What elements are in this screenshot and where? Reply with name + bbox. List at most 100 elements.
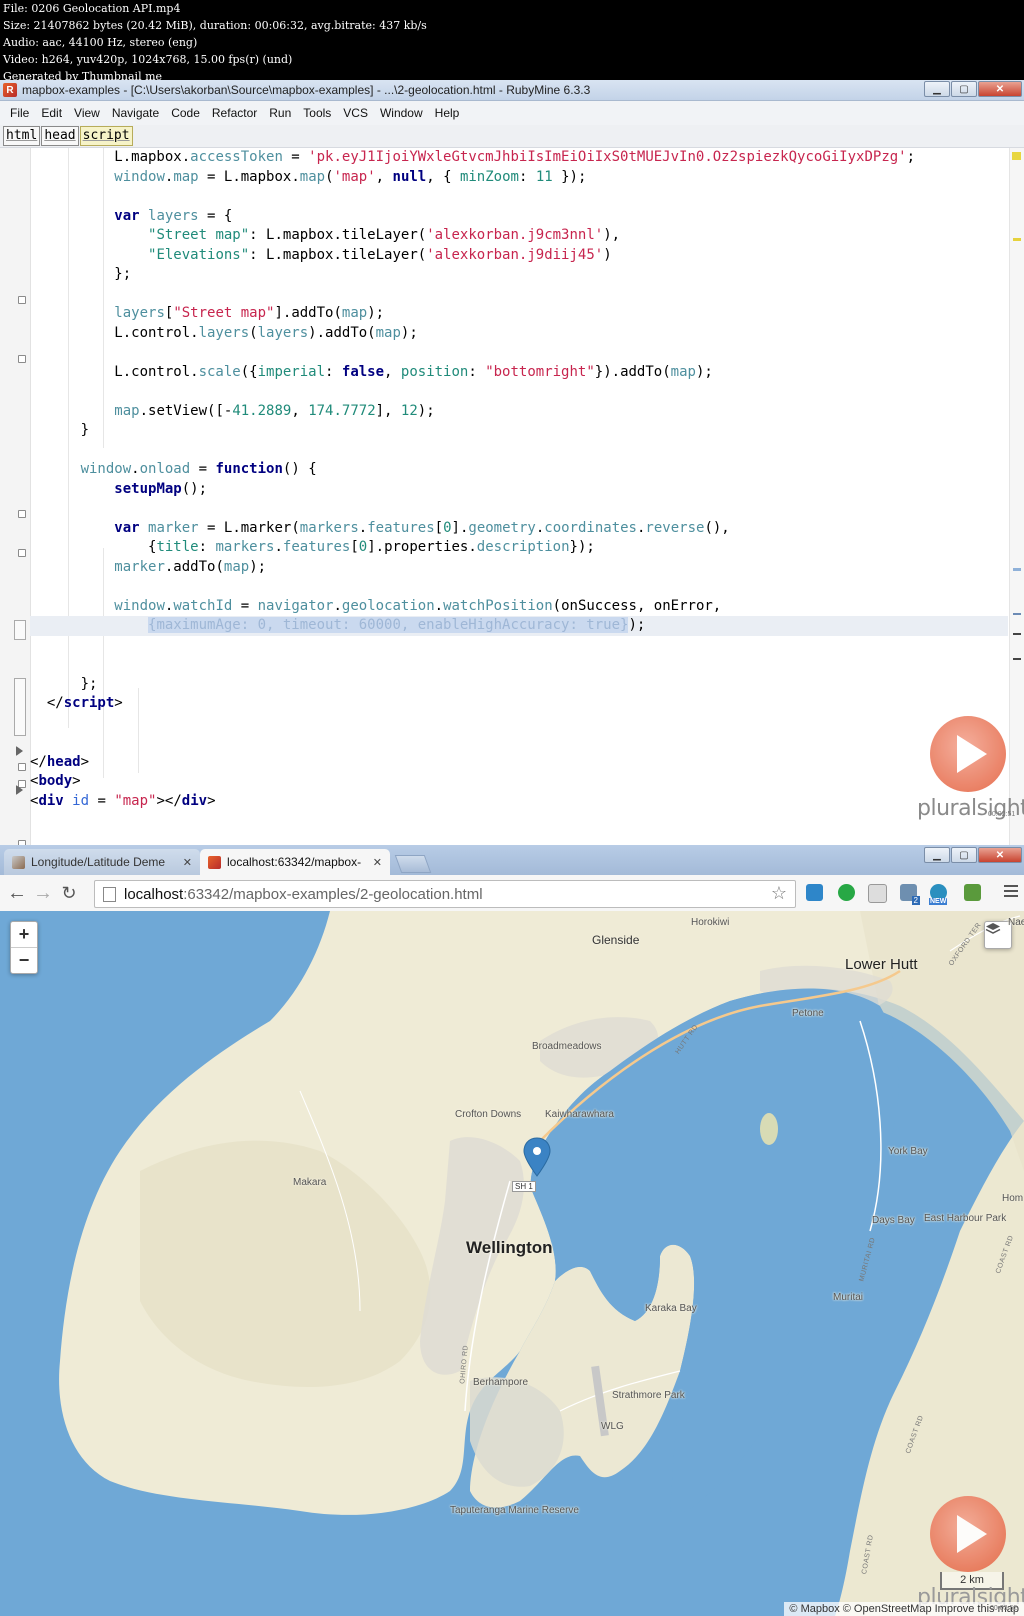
island [760,1113,778,1145]
reload-icon[interactable]: ↻ [56,883,82,904]
video-info-file: File: 0206 Geolocation API.mp4 [3,2,181,15]
new-tab-button[interactable] [394,855,432,873]
code-line: }; [30,266,132,282]
menu-icon[interactable] [1004,885,1018,899]
menu-code[interactable]: Code [165,106,206,120]
fold-arrow-icon[interactable] [16,746,23,756]
fold-marker[interactable] [18,763,26,771]
menu-view[interactable]: View [68,106,106,120]
fold-marker[interactable] [18,549,26,557]
code-editor[interactable]: L.mapbox.accessToken = 'pk.eyJ1IjoiYWxle… [0,148,1024,845]
map-view[interactable]: + − Horokiwi Glenside Lower Hutt Petone … [0,911,1024,1616]
breadcrumb-script[interactable]: script [79,126,133,146]
code-line: L.mapbox.accessToken = 'pk.eyJ1IjoiYWxle… [30,149,916,165]
fold-marker[interactable] [18,355,26,363]
close-icon[interactable]: ✕ [373,856,382,869]
browser-window: Longitude/Latitude Deme ✕ localhost:6334… [0,845,1024,1616]
fold-marker[interactable] [18,296,26,304]
code-line: </script> [30,695,123,711]
menu-run[interactable]: Run [263,106,297,120]
code-line: }; [30,675,98,692]
close-button[interactable]: ✕ [978,847,1022,863]
close-button[interactable]: ✕ [978,81,1022,97]
maximize-button[interactable]: ▢ [951,81,977,97]
caret-marker[interactable] [1013,658,1021,660]
map-attribution[interactable]: © Mapbox © OpenStreetMap Improve this ma… [784,1602,1024,1616]
close-icon[interactable]: ✕ [183,856,192,869]
place-label: Strathmore Park [612,1390,685,1401]
play-icon [957,1515,987,1553]
menu-edit[interactable]: Edit [35,106,68,120]
place-label: Horokiwi [691,917,730,928]
menu-file[interactable]: File [4,106,35,120]
maximize-button[interactable]: ▢ [951,847,977,863]
forward-arrow-icon[interactable]: → [30,882,56,905]
video-info-panel: File: 0206 Geolocation API.mp4 Size: 214… [0,0,1024,83]
video-info-video: Video: h264, yuv420p, 1024x768, 15.00 fp… [3,53,293,66]
menu-refactor[interactable]: Refactor [206,106,263,120]
address-bar[interactable]: localhost:63342/mapbox-examples/2-geoloc… [94,880,796,908]
place-label: Crofton Downs [455,1109,522,1120]
code-line: </head> [30,753,90,770]
place-label: Petone [792,1008,824,1019]
warning-marker[interactable] [1012,152,1021,160]
play-button[interactable] [930,716,1006,792]
place-label: East Harbour Park [924,1213,1007,1224]
tab-longitude-latitude[interactable]: Longitude/Latitude Deme ✕ [4,849,200,875]
extension-icon[interactable] [868,884,887,903]
back-arrow-icon[interactable]: ← [4,882,30,905]
code-line: window.map = L.mapbox.map('map', null, {… [114,168,587,185]
zoom-in-button[interactable]: + [11,922,37,948]
code-content[interactable]: L.mapbox.accessToken = 'pk.eyJ1IjoiYWxle… [30,148,1008,811]
menu-window[interactable]: Window [374,106,429,120]
editor-scrollbar[interactable] [1009,148,1024,845]
tab-localhost[interactable]: localhost:63342/mapbox- ✕ [200,849,390,875]
code-line: layers["Street map"].addTo(map); [114,305,385,321]
change-marker [14,678,26,736]
code-line: var marker = L.marker(markers.features[0… [114,519,730,536]
badge-new: NEW [929,898,948,905]
extension-badge-icon[interactable]: 2 [900,884,920,905]
minimize-button[interactable]: ▁ [924,81,950,97]
breadcrumb-head[interactable]: head [41,126,79,146]
tab-title: localhost:63342/mapbox- [227,855,362,869]
play-button[interactable] [930,1496,1006,1572]
place-label: Days Bay [872,1215,915,1226]
fold-arrow-icon[interactable] [16,785,23,795]
fold-marker[interactable] [18,510,26,518]
layers-icon [985,923,1001,934]
caret-marker[interactable] [1013,613,1021,615]
url-path: :63342/mapbox-examples/2-geolocation.htm… [183,885,483,903]
code-line: window.watchId = navigator.geolocation.w… [114,597,722,614]
menu-tools[interactable]: Tools [297,106,337,120]
breadcrumb-html[interactable]: html [3,126,41,146]
extension-icon[interactable] [838,884,855,901]
minimize-button[interactable]: ▁ [924,847,950,863]
change-marker[interactable] [1013,568,1021,571]
menu-vcs[interactable]: VCS [337,106,374,120]
video-info-audio: Audio: aac, 44100 Hz, stereo (eng) [3,36,198,49]
caret-marker[interactable] [1013,633,1021,635]
code-line: <div id = "map"></div> [30,792,216,809]
extension-new-icon[interactable]: NEW [929,884,948,905]
ide-title-bar: R mapbox-examples - [C:\Users\akorban\So… [0,80,1024,101]
extension-icon[interactable] [806,884,823,901]
code-line-current: {maximumAge: 0, timeout: 60000, enableHi… [30,616,1008,636]
place-label: Glenside [592,933,640,947]
puzzle-extension-icon[interactable] [964,884,981,901]
place-label: Nae [1008,917,1024,928]
warning-marker[interactable] [1013,238,1021,241]
menu-navigate[interactable]: Navigate [106,106,165,120]
menu-help[interactable]: Help [429,106,466,120]
location-marker-dot [533,1147,541,1155]
place-label: Taputeranga Marine Reserve [450,1505,579,1516]
bookmark-star-icon[interactable]: ☆ [771,883,787,904]
place-label: Berhampore [473,1377,529,1388]
highway-shield: SH 1 [512,1181,536,1192]
zoom-out-button[interactable]: − [11,948,37,973]
